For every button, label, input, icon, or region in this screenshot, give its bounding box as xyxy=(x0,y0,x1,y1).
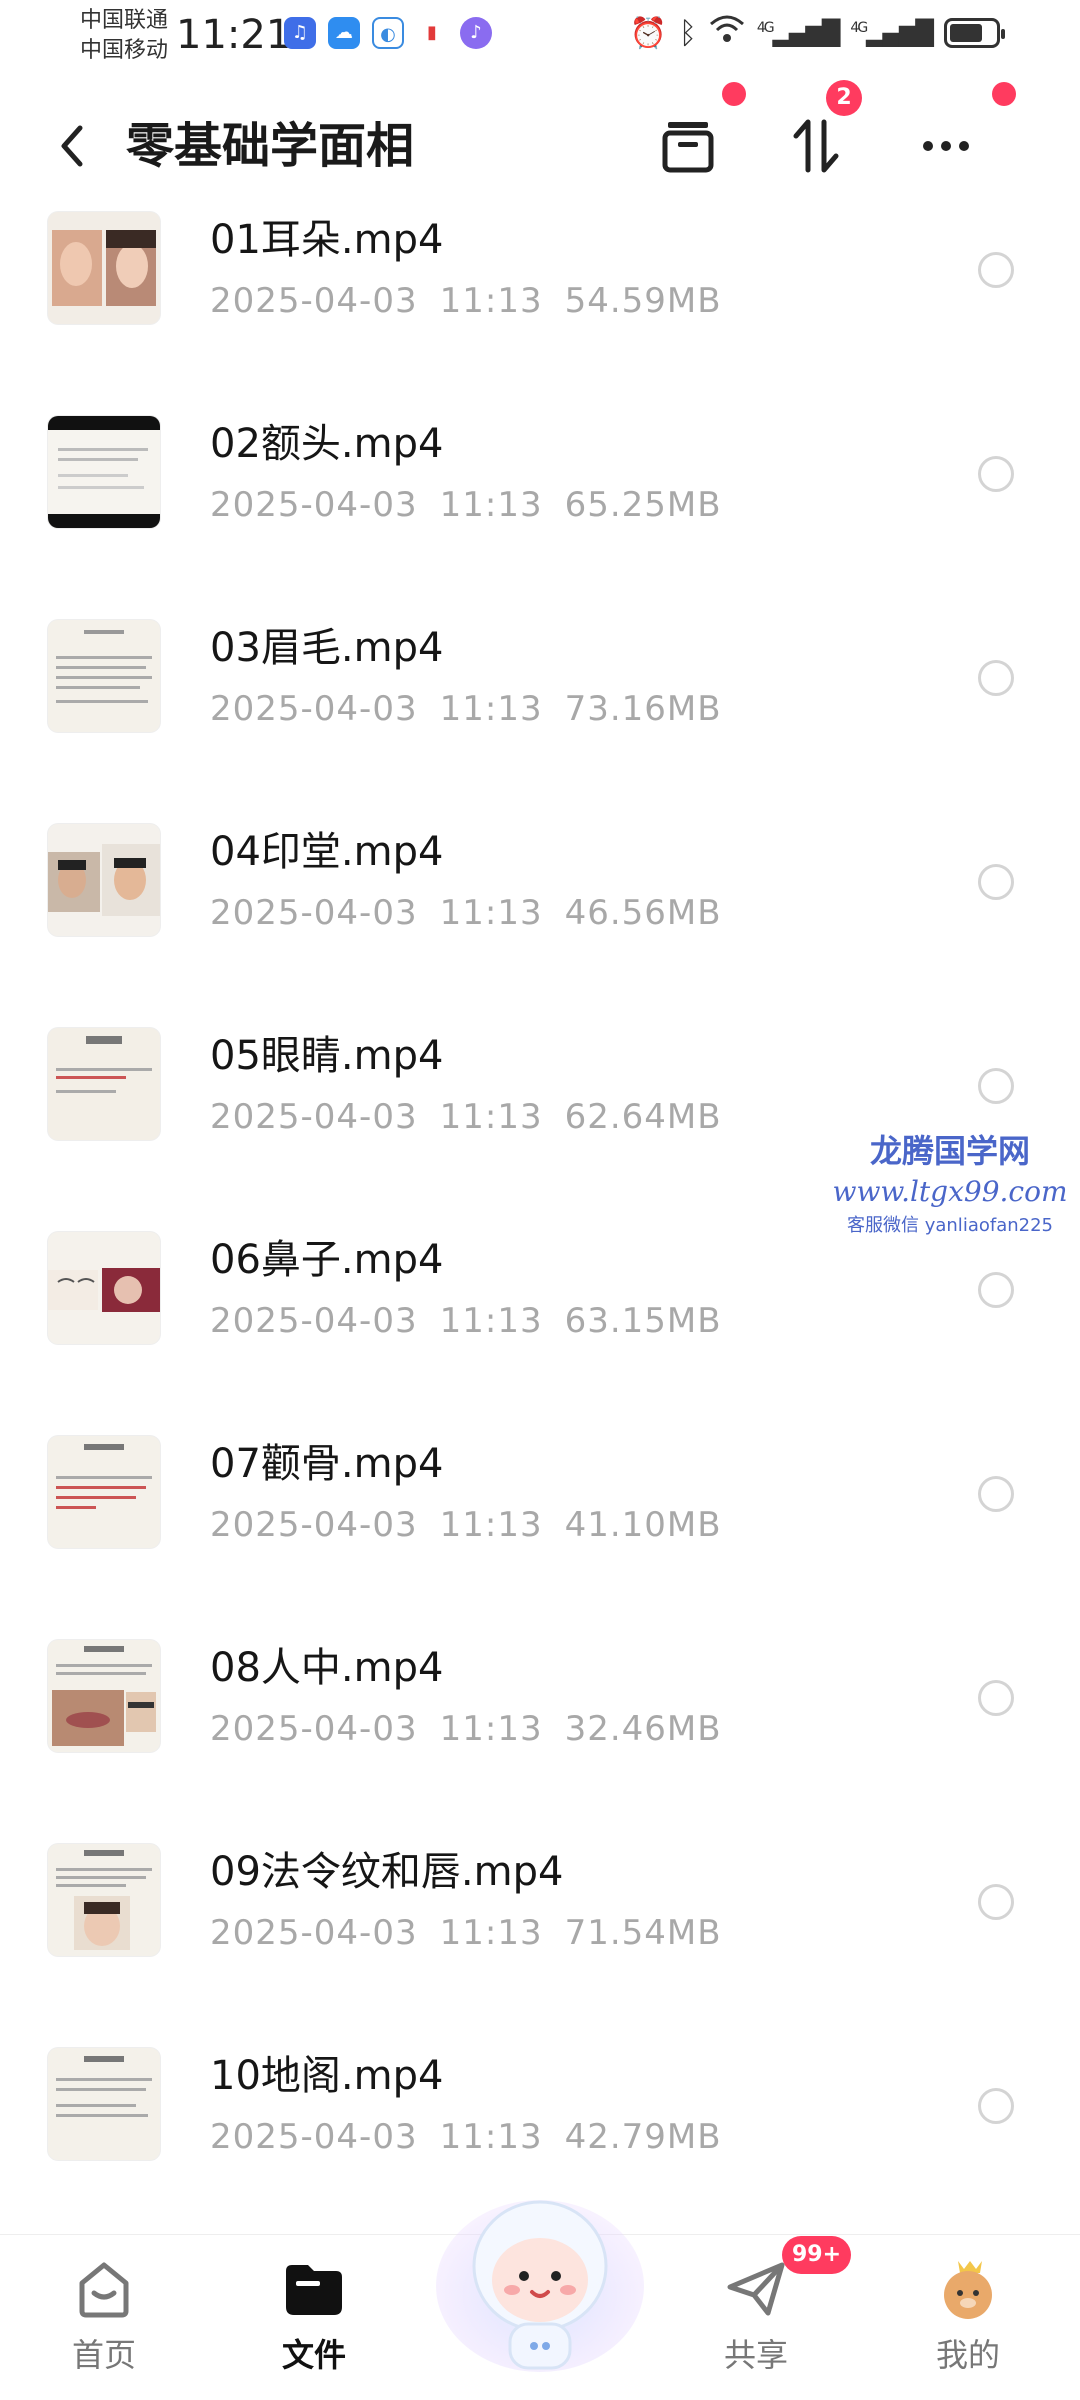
back-button[interactable] xyxy=(46,116,98,176)
file-meta: 2025-04-03 11:13 63.15MB xyxy=(210,1301,722,1341)
file-row[interactable]: 09法令纹和唇.mp4 2025-04-03 11:13 71.54MB xyxy=(0,1832,1080,2036)
tab-mine[interactable]: 我的 xyxy=(908,2235,1028,2400)
file-name: 05眼睛.mp4 xyxy=(210,1033,444,1079)
file-meta: 2025-04-03 11:13 65.25MB xyxy=(210,485,722,525)
page-title: 零基础学面相 xyxy=(126,118,415,174)
tab-label: 我的 xyxy=(935,2336,1000,2374)
home-icon xyxy=(79,2262,129,2318)
select-radio[interactable] xyxy=(978,1476,1014,1512)
watermark: 龙腾国学网 www.ltgx99.com 客服微信 yanliaofan225 xyxy=(820,1130,1080,1240)
more-button[interactable] xyxy=(906,106,986,186)
file-row[interactable]: 01耳朵.mp4 2025-04-03 11:13 54.59MB xyxy=(0,200,1080,404)
file-row[interactable]: 02额头.mp4 2025-04-03 11:13 65.25MB xyxy=(0,404,1080,608)
book-notification-icon: ▮ xyxy=(416,17,448,49)
ai-assistant-button[interactable] xyxy=(430,2176,650,2376)
select-radio[interactable] xyxy=(978,1680,1014,1716)
battery-level xyxy=(950,24,982,42)
watermark-url: www.ltgx99.com xyxy=(832,1175,1068,1208)
file-row[interactable]: 03眉毛.mp4 2025-04-03 11:13 73.16MB xyxy=(0,608,1080,812)
notification-icons: ♫ ☁ ◐ ▮ ♪ xyxy=(284,17,492,49)
file-name: 01耳朵.mp4 xyxy=(210,217,444,263)
file-row[interactable]: 08人中.mp4 2025-04-03 11:13 32.46MB xyxy=(0,1628,1080,1832)
browser-notification-icon: ◐ xyxy=(372,17,404,49)
file-name: 08人中.mp4 xyxy=(210,1645,444,1691)
battery-icon xyxy=(944,18,1005,48)
tab-label: 首页 xyxy=(71,2336,136,2374)
system-status: ⏰ ᛒ 4G▂▄▆█ 4G▂▄▆█ xyxy=(629,14,1005,52)
file-name: 07颧骨.mp4 xyxy=(210,1441,444,1487)
file-meta: 2025-04-03 11:13 46.56MB xyxy=(210,893,722,933)
select-radio[interactable] xyxy=(978,864,1014,900)
file-meta: 2025-04-03 11:13 32.46MB xyxy=(210,1709,722,1749)
file-name: 10地阁.mp4 xyxy=(210,2053,444,2099)
video-thumbnail xyxy=(48,1640,160,1752)
file-name: 03眉毛.mp4 xyxy=(210,625,444,671)
signal-2-icon: 4G▂▄▆█ xyxy=(850,19,934,47)
video-thumbnail xyxy=(48,2048,160,2160)
select-radio[interactable] xyxy=(978,456,1014,492)
file-name: 02额头.mp4 xyxy=(210,421,444,467)
carrier-2: 中国移动 xyxy=(80,38,169,63)
watermark-contact: 客服微信 yanliaofan225 xyxy=(847,1215,1053,1236)
status-time: 11:21 xyxy=(176,12,292,58)
file-meta: 2025-04-03 11:13 41.10MB xyxy=(210,1505,722,1545)
wifi-icon xyxy=(709,14,745,52)
archive-red-dot xyxy=(722,82,746,106)
file-name: 06鼻子.mp4 xyxy=(210,1237,444,1283)
tab-files[interactable]: 文件 xyxy=(254,2235,374,2400)
app-notification-icon: ♫ xyxy=(284,17,316,49)
file-meta: 2025-04-03 11:13 54.59MB xyxy=(210,281,722,321)
select-radio[interactable] xyxy=(978,1068,1014,1104)
file-name: 09法令纹和唇.mp4 xyxy=(210,1849,564,1895)
weather-notification-icon: ☁ xyxy=(328,17,360,49)
video-thumbnail xyxy=(48,1028,160,1140)
more-icon xyxy=(923,141,969,151)
video-thumbnail xyxy=(48,620,160,732)
carrier-info: 中国联通 中国移动 xyxy=(80,6,168,66)
back-icon xyxy=(61,125,83,167)
video-thumbnail xyxy=(48,1436,160,1548)
file-row[interactable]: 07颧骨.mp4 2025-04-03 11:13 41.10MB xyxy=(0,1424,1080,1628)
file-meta: 2025-04-03 11:13 71.54MB xyxy=(210,1913,722,1953)
select-radio[interactable] xyxy=(978,1272,1014,1308)
signal-1-icon: 4G▂▄▆█ xyxy=(756,19,841,47)
status-bar: 中国联通 中国移动 11:21 ♫ ☁ ◐ ▮ ♪ ⏰ ᛒ 4G▂▄▆█ 4G▂… xyxy=(0,0,1080,72)
carrier-1: 中国联通 xyxy=(80,8,169,33)
transfer-badge: 2 xyxy=(826,80,862,116)
mascot-icon xyxy=(436,2200,644,2372)
music-notification-icon: ♪ xyxy=(460,17,492,49)
nav-header: 零基础学面相 2 xyxy=(0,80,1080,196)
video-thumbnail xyxy=(48,1844,160,1956)
video-thumbnail xyxy=(48,416,160,528)
share-badge: 99+ xyxy=(782,2236,852,2274)
alarm-icon: ⏰ xyxy=(629,15,667,51)
file-row[interactable]: 04印堂.mp4 2025-04-03 11:13 46.56MB xyxy=(0,812,1080,1016)
video-thumbnail xyxy=(48,1232,160,1344)
transfer-button[interactable] xyxy=(776,106,856,186)
select-radio[interactable] xyxy=(978,660,1014,696)
folder-icon xyxy=(286,2265,342,2315)
tab-label: 共享 xyxy=(723,2336,788,2374)
select-radio[interactable] xyxy=(978,1884,1014,1920)
file-name: 04印堂.mp4 xyxy=(210,829,444,875)
video-thumbnail xyxy=(48,824,160,936)
avatar-icon xyxy=(944,2261,992,2319)
tab-label: 文件 xyxy=(281,2336,346,2374)
archive-icon xyxy=(662,122,714,173)
bluetooth-icon: ᛒ xyxy=(678,15,697,51)
select-radio[interactable] xyxy=(978,2088,1014,2124)
tab-home[interactable]: 首页 xyxy=(44,2235,164,2400)
select-radio[interactable] xyxy=(978,252,1014,288)
more-red-dot xyxy=(992,82,1016,106)
file-row[interactable]: 06鼻子.mp4 2025-04-03 11:13 63.15MB xyxy=(0,1220,1080,1424)
file-meta: 2025-04-03 11:13 42.79MB xyxy=(210,2117,722,2157)
archive-button[interactable] xyxy=(648,106,728,186)
file-meta: 2025-04-03 11:13 62.64MB xyxy=(210,1097,722,1137)
paper-plane-icon xyxy=(727,2262,785,2316)
video-thumbnail xyxy=(48,212,160,324)
file-meta: 2025-04-03 11:13 73.16MB xyxy=(210,689,722,729)
transfer-icon xyxy=(793,119,839,173)
watermark-title: 龙腾国学网 xyxy=(869,1132,1030,1170)
